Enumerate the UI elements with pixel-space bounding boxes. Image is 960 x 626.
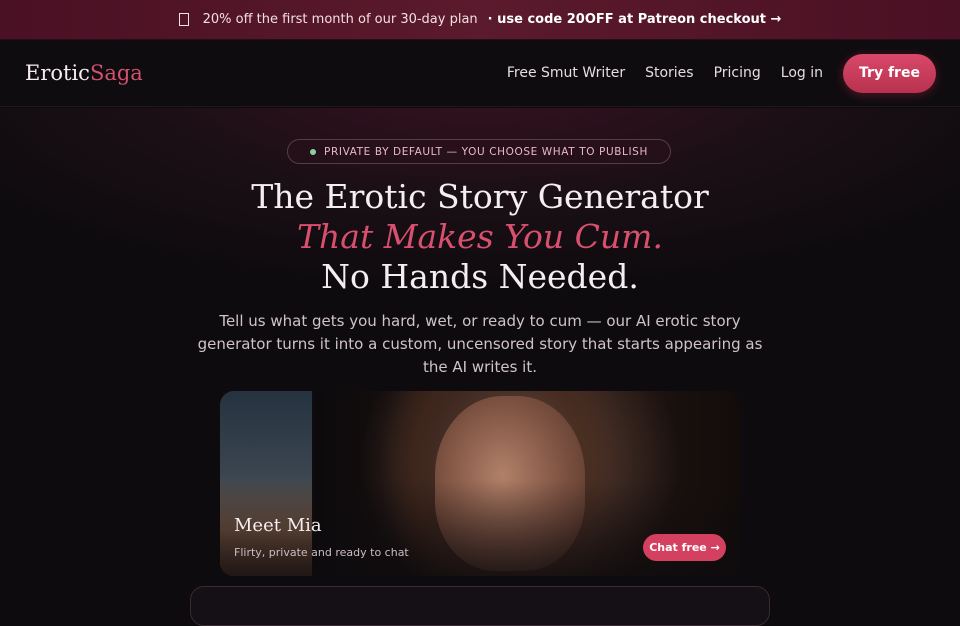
character-name: Meet Mia	[234, 515, 322, 536]
hero-title-line1: The Erotic Story Generator	[251, 177, 709, 216]
privacy-badge: PRIVATE BY DEFAULT — YOU CHOOSE WHAT TO …	[287, 139, 671, 164]
hero-subtitle: Tell us what gets you hard, wet, or read…	[197, 312, 763, 376]
nav-link-free-smut-writer[interactable]: Free Smut Writer	[507, 65, 625, 81]
promo-banner[interactable]: 20% off the first month of our 30-day pl…	[0, 0, 960, 40]
next-section-card	[190, 586, 770, 626]
hero-section: PRIVATE BY DEFAULT — YOU CHOOSE WHAT TO …	[0, 108, 960, 626]
try-free-button[interactable]: Try free	[843, 53, 936, 93]
privacy-badge-text: PRIVATE BY DEFAULT — YOU CHOOSE WHAT TO …	[324, 145, 648, 158]
promo-code-text[interactable]: · use code 20OFF at Patreon checkout →	[488, 12, 782, 27]
character-card[interactable]: Meet Mia Flirty, private and ready to ch…	[220, 391, 740, 576]
chat-free-button[interactable]: Chat free →	[643, 534, 726, 561]
top-navigation: EroticSaga Free Smut Writer Stories Pric…	[0, 40, 960, 107]
nav-link-stories[interactable]: Stories	[645, 65, 694, 81]
nav-links: Free Smut Writer Stories Pricing Log in …	[507, 53, 936, 93]
hero-title-line3: No Hands Needed.	[321, 257, 639, 296]
status-dot-icon	[310, 148, 317, 155]
logo-accent: Saga	[89, 61, 143, 85]
gift-icon	[178, 13, 189, 26]
hero-title-line2: That Makes You Cum.	[297, 217, 663, 256]
logo-main: Erotic	[25, 61, 90, 85]
promo-text: 20% off the first month of our 30-day pl…	[202, 12, 478, 27]
nav-link-pricing[interactable]: Pricing	[714, 65, 761, 81]
logo[interactable]: EroticSaga	[25, 61, 143, 85]
character-description: Flirty, private and ready to chat	[234, 546, 409, 559]
nav-link-log-in[interactable]: Log in	[781, 65, 823, 81]
